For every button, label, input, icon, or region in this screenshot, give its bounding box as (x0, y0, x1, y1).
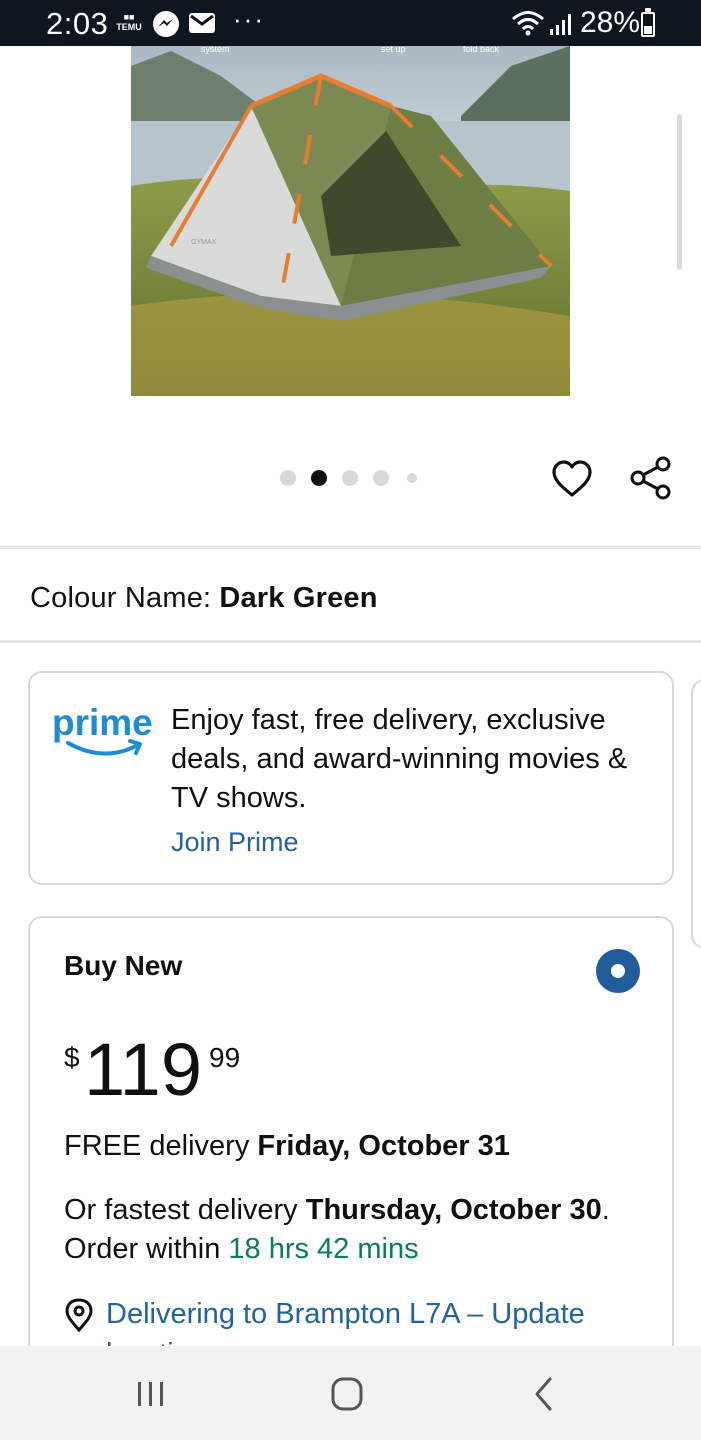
colour-value: Dark Green (219, 582, 378, 614)
location-pin-icon (65, 1298, 93, 1332)
temu-label: TEMU (116, 22, 142, 32)
price-whole: 119 (84, 1028, 202, 1111)
prime-logo: prime (52, 702, 153, 756)
messenger-icon (153, 11, 179, 37)
prime-description: Enjoy fast, free delivery, exclusive dea… (171, 704, 628, 814)
fastest-delivery-line: Or fastest delivery Thursday, October 30… (64, 1191, 644, 1269)
back-icon[interactable] (519, 1374, 569, 1414)
fastest-date: Thursday, October 30 (305, 1194, 602, 1226)
colour-label: Colour Name: (30, 582, 212, 614)
join-prime-link[interactable]: Join Prime (171, 827, 299, 858)
battery-percent: 28% (580, 6, 641, 39)
carousel-dot[interactable] (342, 470, 358, 486)
free-delivery-date: Friday, October 31 (257, 1130, 510, 1162)
buy-new-radio[interactable] (596, 949, 640, 993)
carousel-dot-active[interactable] (311, 470, 327, 486)
tent-brand-label: GYMAX (191, 239, 217, 246)
free-delivery-line: FREE delivery Friday, October 31 (64, 1130, 510, 1163)
system-nav-bar (0, 1346, 701, 1440)
carousel-dot[interactable] (280, 470, 296, 486)
status-time: 2:03 (46, 6, 109, 41)
prime-promo-card: prime Enjoy fast, free delivery, exclusi… (28, 671, 674, 885)
home-icon[interactable] (322, 1374, 372, 1414)
colour-name-row: Colour Name: Dark Green (30, 582, 378, 615)
scrollbar[interactable] (677, 114, 682, 270)
carousel-dot[interactable] (373, 470, 389, 486)
share-icon[interactable] (628, 455, 674, 501)
wifi-icon (512, 11, 544, 36)
order-countdown: 18 hrs 42 mins (228, 1233, 419, 1265)
free-delivery-prefix: FREE delivery (64, 1130, 258, 1162)
image-label-setup: set up (381, 46, 406, 54)
status-bar: 2:03 ■■ TEMU ··· 28% (0, 0, 701, 46)
image-label-foldback: fold back (463, 46, 500, 54)
image-label-system: system (201, 46, 230, 54)
price-symbol: $ (64, 1042, 80, 1073)
prime-logo-text: prime (52, 702, 153, 743)
price-fraction: 99 (209, 1042, 241, 1073)
overflow-dots: ··· (233, 4, 265, 34)
next-card-peek[interactable] (691, 679, 701, 949)
buy-new-title: Buy New (64, 950, 183, 981)
product-image[interactable]: system set up fold back GYMAX (131, 46, 570, 396)
divider (0, 640, 701, 643)
signal-icon (550, 14, 571, 35)
recent-apps-icon[interactable] (126, 1374, 176, 1414)
gmail-icon (189, 13, 215, 33)
divider (0, 546, 701, 549)
heart-icon[interactable] (551, 459, 593, 501)
buy-new-card[interactable]: Buy New $ 119 99 FREE delivery Friday, O… (28, 916, 674, 1376)
carousel-dot[interactable] (407, 473, 417, 483)
tent-illustration: system set up fold back GYMAX (131, 46, 570, 396)
battery-icon (641, 8, 655, 37)
fastest-prefix: Or fastest delivery (64, 1194, 306, 1226)
temu-icon: ■■ TEMU (113, 12, 145, 36)
